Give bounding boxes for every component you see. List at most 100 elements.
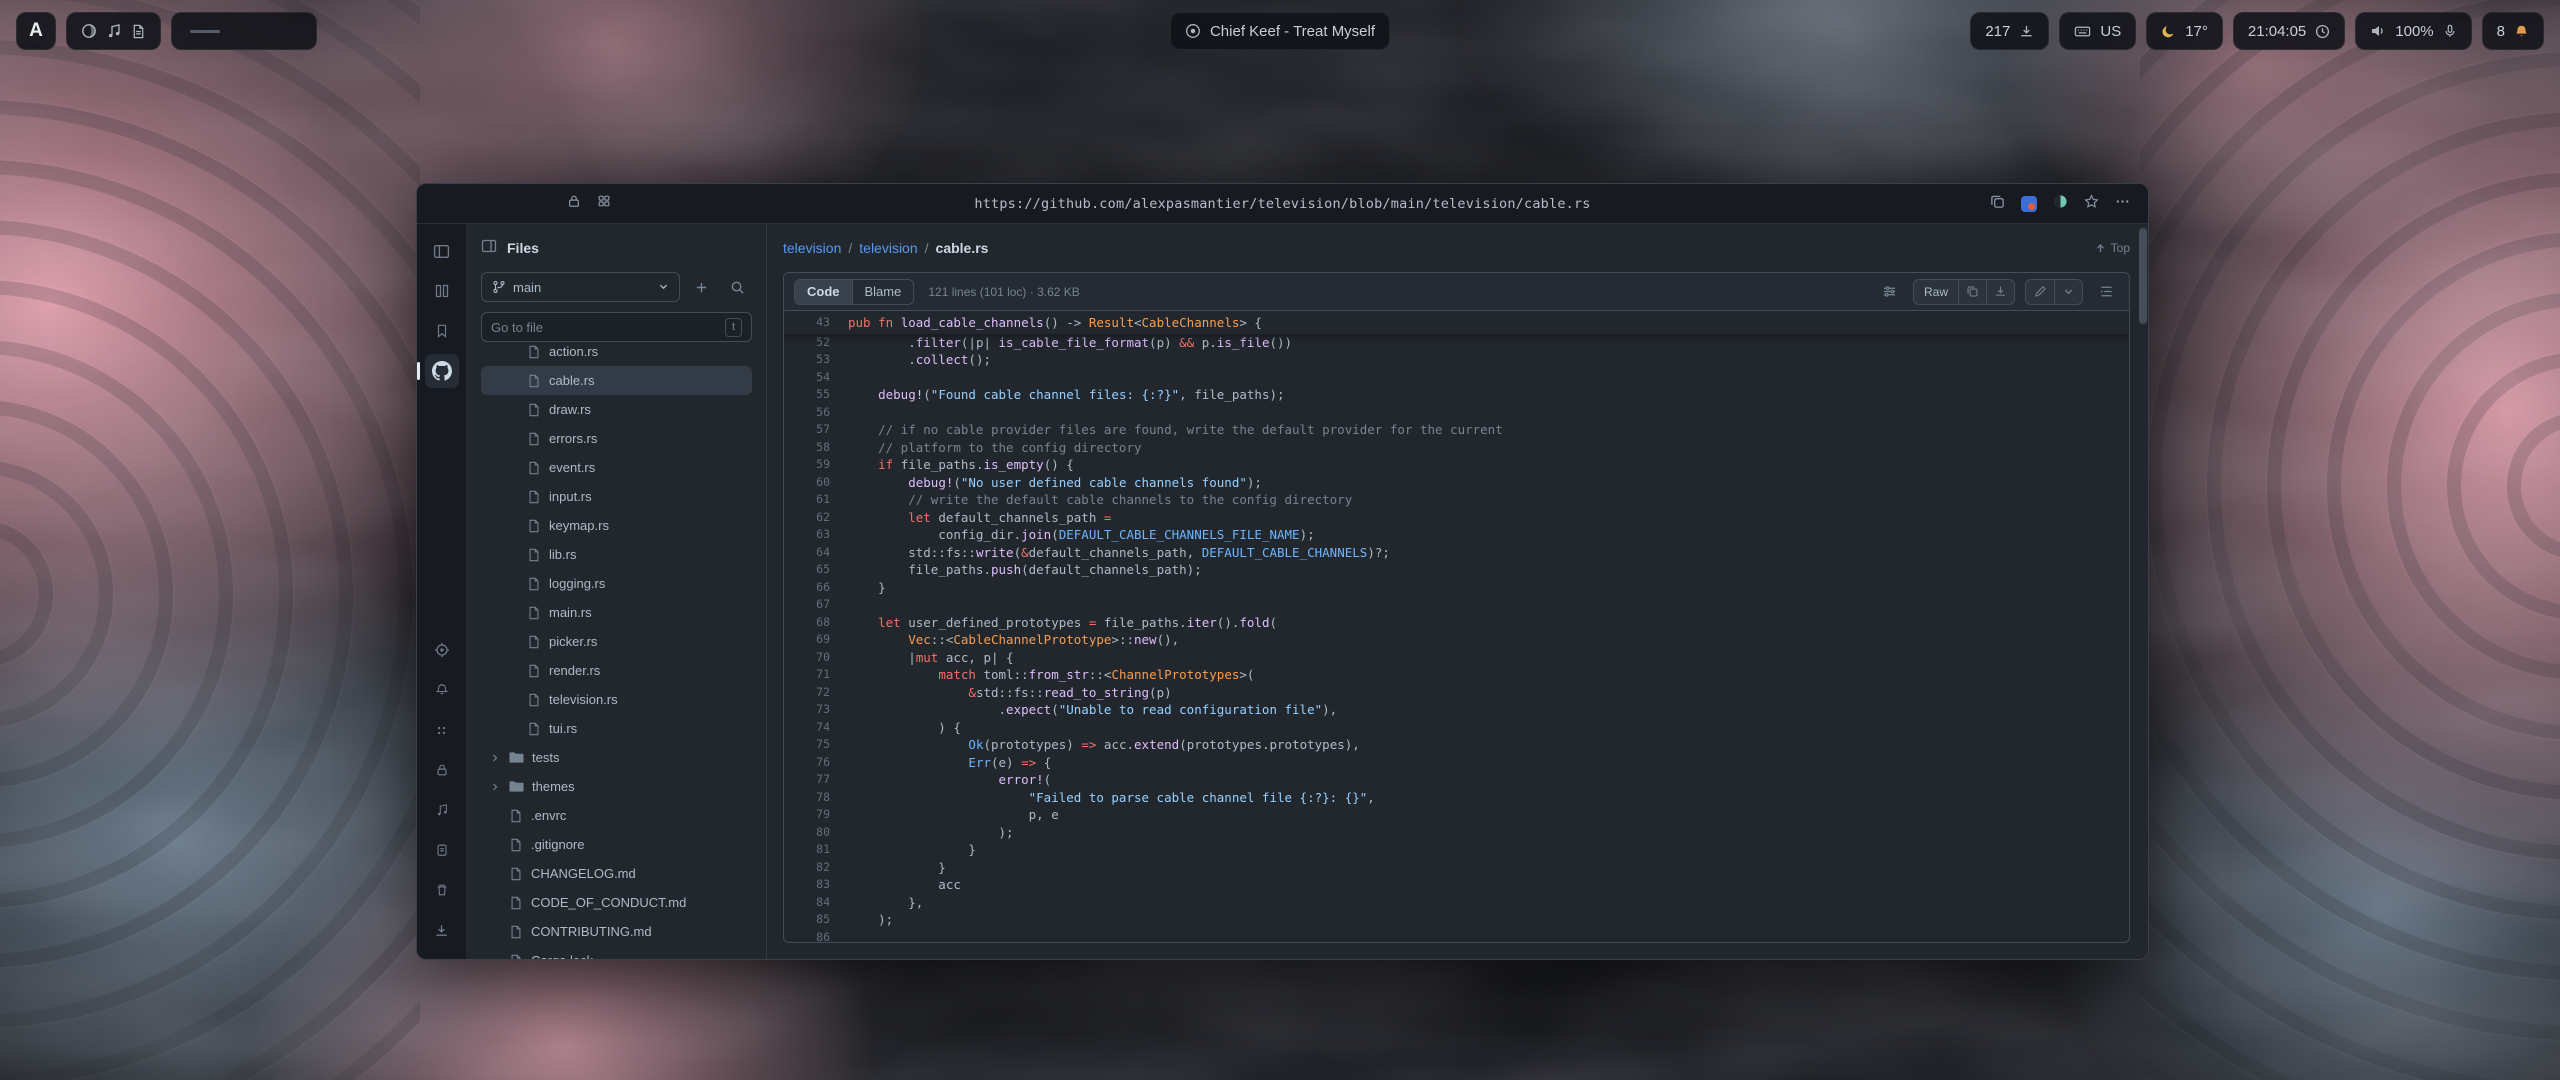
tree-item-folder[interactable]: themes	[481, 772, 752, 801]
clipboard-icon[interactable]	[425, 833, 459, 867]
download-raw-icon[interactable]	[1986, 280, 2014, 304]
line-number[interactable]: 54	[784, 369, 848, 387]
line-number[interactable]: 52	[784, 334, 848, 352]
line-number[interactable]: 59	[784, 456, 848, 474]
alert-icon[interactable]	[425, 673, 459, 707]
tree-item-file[interactable]: main.rs	[481, 598, 752, 627]
edit-dropdown-caret-icon[interactable]	[2054, 280, 2082, 304]
line-number[interactable]: 86	[784, 929, 848, 943]
line-number[interactable]: 71	[784, 666, 848, 684]
line-number[interactable]: 61	[784, 491, 848, 509]
breadcrumb-dir-link[interactable]: television	[859, 240, 917, 256]
darkmode-extension-icon[interactable]	[2053, 194, 2068, 214]
audio-module[interactable]: 100%	[2355, 12, 2471, 50]
tree-item-file[interactable]: CHANGELOG.md	[481, 859, 752, 888]
raw-button[interactable]: Raw	[1914, 280, 1958, 304]
collapse-tree-icon[interactable]	[481, 238, 497, 259]
line-number[interactable]: 64	[784, 544, 848, 562]
keyboard-layout-module[interactable]: US	[2059, 12, 2136, 50]
panel-toggle-icon[interactable]	[425, 234, 459, 268]
line-number[interactable]: 58	[784, 439, 848, 457]
menu-ellipsis-icon[interactable]	[2115, 194, 2130, 214]
line-number[interactable]: 79	[784, 806, 848, 824]
line-number[interactable]: 76	[784, 754, 848, 772]
library-icon[interactable]	[425, 274, 459, 308]
search-tree-button[interactable]	[722, 272, 752, 302]
bookmark-icon[interactable]	[425, 314, 459, 348]
breadcrumb-repo-link[interactable]: television	[783, 240, 841, 256]
tree-item-file[interactable]: input.rs	[481, 482, 752, 511]
now-playing-module[interactable]: Chief Keef - Treat Myself	[1170, 12, 1390, 50]
music-note-icon[interactable]	[106, 23, 122, 39]
line-number[interactable]: 84	[784, 894, 848, 912]
star-icon[interactable]	[2084, 194, 2099, 214]
line-number[interactable]: 75	[784, 736, 848, 754]
tab-code[interactable]: Code	[795, 280, 852, 304]
tree-item-file[interactable]: event.rs	[481, 453, 752, 482]
extensions-grid-icon[interactable]	[597, 194, 611, 213]
line-number[interactable]: 81	[784, 841, 848, 859]
new-file-button[interactable]	[686, 272, 716, 302]
updates-module[interactable]: 217	[1970, 12, 2049, 50]
line-number[interactable]: 85	[784, 911, 848, 929]
tree-item-file[interactable]: draw.rs	[481, 395, 752, 424]
line-number[interactable]: 67	[784, 596, 848, 614]
tree-item-file[interactable]: .envrc	[481, 801, 752, 830]
clock-module[interactable]: 21:04:05	[2233, 12, 2345, 50]
extension-icon-1[interactable]	[2021, 196, 2037, 212]
tree-item-file[interactable]: lib.rs	[481, 540, 752, 569]
download-icon[interactable]	[425, 913, 459, 947]
duplicate-tab-icon[interactable]	[1990, 194, 2005, 214]
branch-selector[interactable]: main	[481, 272, 680, 302]
page-scrollbar[interactable]	[2139, 228, 2147, 324]
line-number[interactable]: 73	[784, 701, 848, 719]
line-number[interactable]: 77	[784, 771, 848, 789]
notifications-module[interactable]: 8	[2482, 12, 2544, 50]
code-viewer[interactable]: 43pub fn load_cable_channels() -> Result…	[784, 311, 2129, 942]
tab-blame[interactable]: Blame	[852, 280, 914, 304]
line-number[interactable]: 68	[784, 614, 848, 632]
line-number[interactable]: 66	[784, 579, 848, 597]
tree-item-file[interactable]: keymap.rs	[481, 511, 752, 540]
tab-github[interactable]	[425, 354, 459, 388]
script-file-icon[interactable]	[131, 24, 146, 39]
line-number[interactable]: 43	[784, 314, 848, 332]
grip-icon[interactable]	[425, 713, 459, 747]
tree-item-file[interactable]: action.rs	[481, 337, 752, 366]
launcher-button[interactable]: A	[16, 12, 56, 50]
tree-item-file[interactable]: television.rs	[481, 685, 752, 714]
tree-item-file[interactable]: render.rs	[481, 656, 752, 685]
edit-pencil-icon[interactable]	[2026, 280, 2054, 304]
line-number[interactable]: 83	[784, 876, 848, 894]
view-settings-icon[interactable]	[1877, 279, 1903, 305]
tree-item-file[interactable]: .gitignore	[481, 830, 752, 859]
line-number[interactable]: 62	[784, 509, 848, 527]
weather-module[interactable]: 17°	[2146, 12, 2223, 50]
line-number[interactable]: 57	[784, 421, 848, 439]
site-lock-icon[interactable]	[567, 194, 581, 213]
tree-item-file[interactable]: CONTRIBUTING.md	[481, 917, 752, 946]
tree-item-file[interactable]: tui.rs	[481, 714, 752, 743]
tree-item-file[interactable]: errors.rs	[481, 424, 752, 453]
line-number[interactable]: 72	[784, 684, 848, 702]
tree-item-file[interactable]: Cargo.lock	[481, 946, 752, 959]
url-bar[interactable]: https://github.com/alexpasmantier/televi…	[417, 196, 2148, 212]
line-number[interactable]: 69	[784, 631, 848, 649]
goto-file-input[interactable]	[491, 320, 719, 335]
line-number[interactable]: 65	[784, 561, 848, 579]
tree-item-file[interactable]: logging.rs	[481, 569, 752, 598]
tree-item-file[interactable]: CODE_OF_CONDUCT.md	[481, 888, 752, 917]
music-icon[interactable]	[425, 793, 459, 827]
line-number[interactable]: 78	[784, 789, 848, 807]
lock-icon[interactable]	[425, 753, 459, 787]
line-number[interactable]: 56	[784, 404, 848, 422]
line-number[interactable]: 74	[784, 719, 848, 737]
line-number[interactable]: 60	[784, 474, 848, 492]
back-to-top-link[interactable]: Top	[2095, 241, 2130, 255]
line-number[interactable]: 63	[784, 526, 848, 544]
line-number[interactable]: 55	[784, 386, 848, 404]
tree-item-folder[interactable]: tests	[481, 743, 752, 772]
trash-icon[interactable]	[425, 873, 459, 907]
target-icon[interactable]	[425, 633, 459, 667]
line-number[interactable]: 53	[784, 351, 848, 369]
